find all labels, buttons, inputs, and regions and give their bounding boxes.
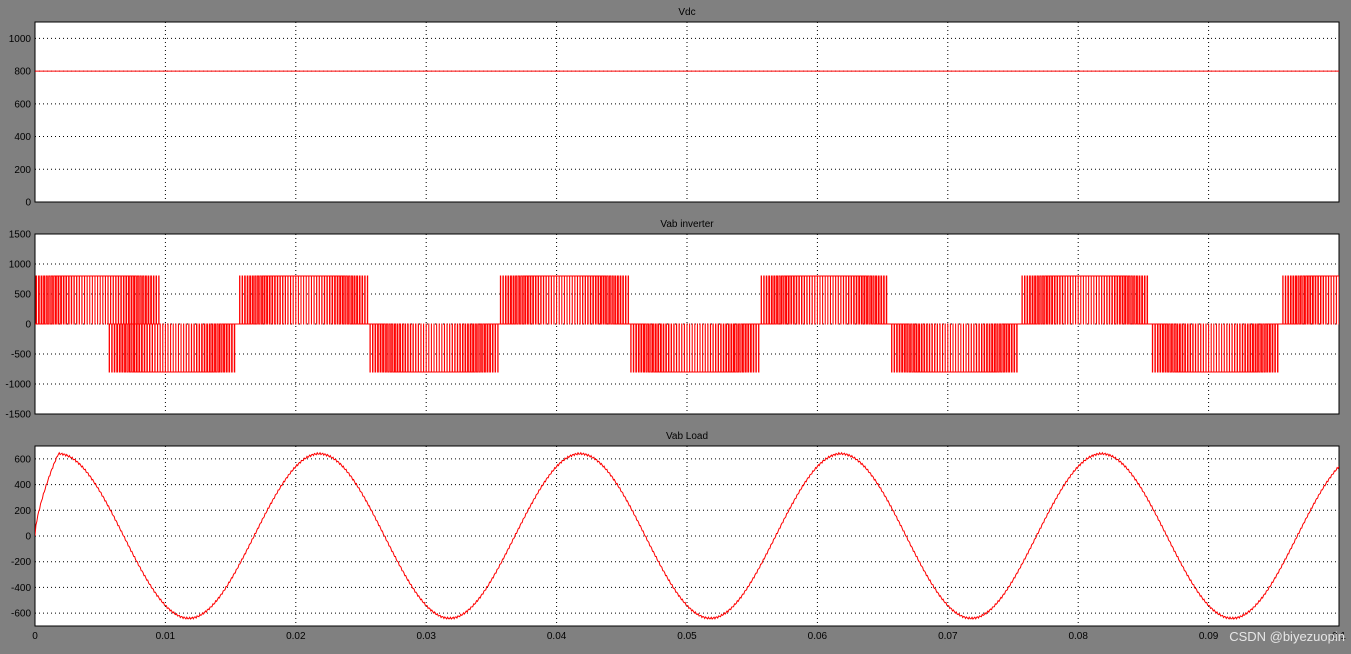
- plot-title-3: Vab Load: [666, 431, 708, 442]
- y-tick-label: 200: [14, 165, 31, 176]
- plot-title-2: Vab inverter: [660, 219, 714, 230]
- y-tick-label: 0: [25, 198, 31, 209]
- y-tick-label: -600: [11, 609, 31, 620]
- x-tick-label: 0.02: [286, 631, 306, 642]
- y-tick-label: 600: [14, 99, 31, 110]
- y-tick-label: 200: [14, 506, 31, 517]
- y-tick-label: 500: [14, 290, 31, 301]
- scope-figure: 0 200 400 600 800 1000 Vdc -1500 -1000 -500 0 500 10…: [5, 7, 1346, 642]
- y-tick-label: -400: [11, 583, 31, 594]
- y-tick-label: 1000: [9, 260, 32, 271]
- watermark: CSDN @biyezuopin: [1229, 629, 1345, 644]
- y-tick-label: 400: [14, 132, 31, 143]
- y-tick-label: -1500: [5, 410, 31, 421]
- y-tick-label: 0: [25, 320, 31, 331]
- x-tick-label: 0.09: [1199, 631, 1219, 642]
- x-tick-label: 0.06: [808, 631, 828, 642]
- y-tick-label: 0: [25, 532, 31, 543]
- y-tick-label: -500: [11, 350, 31, 361]
- y-tick-label: 400: [14, 480, 31, 491]
- y-tick-label: 600: [14, 454, 31, 465]
- x-tick-label: 0.08: [1068, 631, 1088, 642]
- y-tick-label: 1000: [9, 34, 32, 45]
- x-tick-label: 0.01: [156, 631, 176, 642]
- y-tick-label: 1500: [9, 230, 32, 241]
- y-tick-label: -200: [11, 557, 31, 568]
- y-tick-label: 800: [14, 67, 31, 78]
- plot-title-1: Vdc: [678, 7, 695, 18]
- x-tick-label: 0.07: [938, 631, 958, 642]
- x-tick-label: 0.03: [416, 631, 436, 642]
- x-tick-label: 0.05: [677, 631, 697, 642]
- y-tick-label: -1000: [5, 380, 31, 391]
- x-tick-label: 0: [32, 631, 38, 642]
- x-tick-label: 0.04: [547, 631, 567, 642]
